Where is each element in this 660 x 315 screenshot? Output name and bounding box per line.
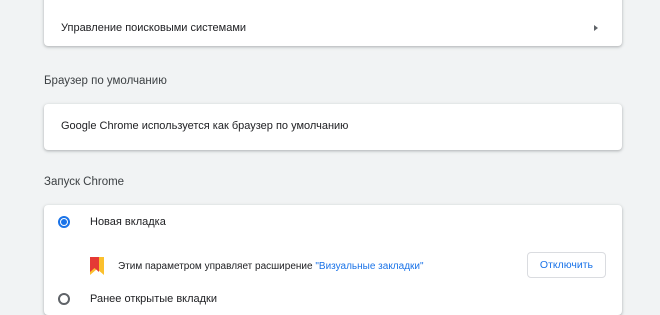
extension-name-link[interactable]: "Визуальные закладки": [315, 261, 423, 272]
extension-notice: Этим параметром управляет расширение "Ви…: [90, 257, 424, 275]
radio-new-tab-row[interactable]: Новая вкладка: [58, 216, 166, 228]
radio-new-tab-label: Новая вкладка: [90, 216, 166, 228]
radio-continue-label: Ранее открытые вкладки: [90, 293, 218, 305]
manage-search-engines-row[interactable]: Управление поисковыми системами: [44, 10, 622, 46]
radio-continue-row[interactable]: Ранее открытые вкладки: [58, 293, 217, 305]
manage-search-engines-label: Управление поисковыми системами: [61, 22, 247, 34]
bookmark-flag-icon: [90, 257, 104, 275]
radio-new-tab[interactable]: [58, 216, 70, 228]
startup-section-title: Запуск Chrome: [44, 176, 125, 188]
startup-card: Новая вкладка Этим параметром управляет …: [44, 205, 622, 315]
default-browser-status: Google Chrome используется как браузер п…: [61, 120, 349, 132]
disable-extension-button[interactable]: Отключить: [526, 252, 606, 278]
extension-notice-text: Этим параметром управляет расширение "Ви…: [118, 261, 424, 272]
extension-notice-prefix: Этим параметром управляет расширение: [118, 260, 316, 272]
radio-selected-dot: [61, 219, 67, 225]
radio-continue[interactable]: [58, 293, 70, 305]
search-engine-card: Управление поисковыми системами: [44, 0, 622, 46]
default-browser-section-title: Браузер по умолчанию: [44, 75, 167, 87]
default-browser-card: Google Chrome используется как браузер п…: [44, 104, 622, 150]
chevron-right-icon: [590, 22, 602, 34]
